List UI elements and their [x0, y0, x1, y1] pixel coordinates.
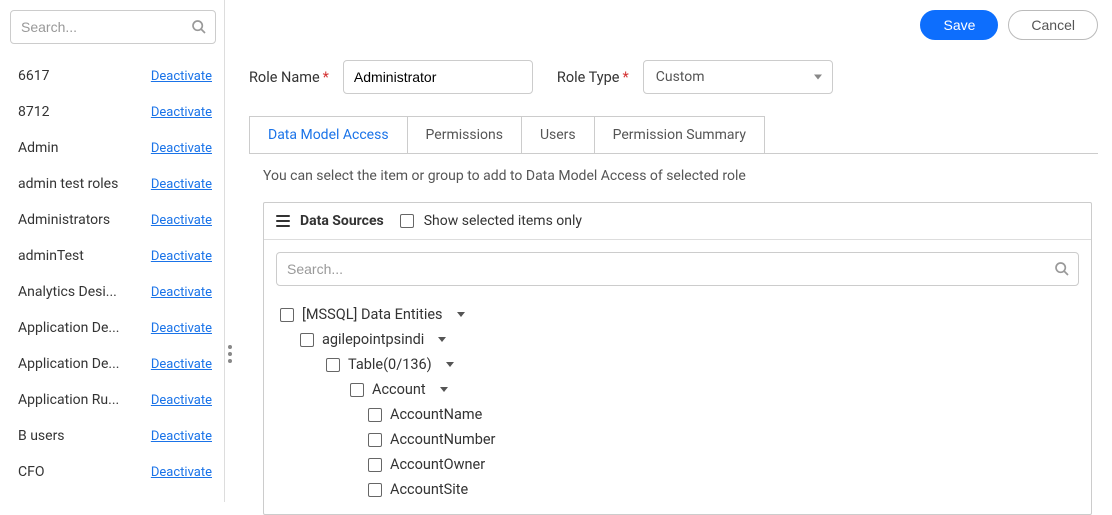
chevron-down-icon[interactable] — [438, 337, 446, 342]
list-item[interactable]: adminTest Deactivate — [10, 238, 216, 274]
show-selected-checkbox[interactable] — [400, 214, 414, 228]
sidebar: 6617 Deactivate 8712 Deactivate Admin Deact… — [0, 0, 225, 502]
deactivate-link[interactable]: Deactivate — [151, 357, 212, 372]
role-type-label: Role Type* — [557, 69, 629, 86]
deactivate-link[interactable]: Deactivate — [151, 465, 212, 480]
role-name: Application Ru... — [18, 392, 119, 408]
panel-header: Data Sources Show selected items only — [264, 203, 1091, 240]
deactivate-link[interactable]: Deactivate — [151, 141, 212, 156]
top-buttons: Save Cancel — [249, 10, 1098, 40]
tree-node-table[interactable]: Table(0/136) — [276, 352, 1079, 377]
data-sources-panel: Data Sources Show selected items only [M… — [263, 202, 1092, 515]
tree-leaf[interactable]: AccountSite — [276, 477, 1079, 502]
role-type-select[interactable]: Custom — [643, 60, 833, 94]
tree-node-db[interactable]: agilepointpsindi — [276, 327, 1079, 352]
sidebar-search-input[interactable] — [21, 19, 185, 35]
hint-text: You can select the item or group to add … — [263, 168, 1098, 184]
list-item[interactable]: Application Ru... Deactivate — [10, 382, 216, 418]
checkbox[interactable] — [326, 358, 340, 372]
deactivate-link[interactable]: Deactivate — [151, 213, 212, 228]
deactivate-link[interactable]: Deactivate — [151, 321, 212, 336]
tree-leaf[interactable]: AccountOwner — [276, 452, 1079, 477]
deactivate-link[interactable]: Deactivate — [151, 393, 212, 408]
chevron-down-icon[interactable] — [440, 387, 448, 392]
role-name: Admin — [18, 140, 58, 156]
save-button[interactable]: Save — [920, 10, 998, 40]
list-item[interactable]: Administrators Deactivate — [10, 202, 216, 238]
role-name: admin test roles — [18, 176, 118, 192]
role-name: Application De... — [18, 320, 119, 336]
checkbox[interactable] — [350, 383, 364, 397]
tree-label: AccountNumber — [390, 431, 495, 448]
tree-node-mssql[interactable]: [MSSQL] Data Entities — [276, 302, 1079, 327]
role-name: Administrators — [18, 212, 110, 228]
tabs: Data Model Access Permissions Users Perm… — [249, 116, 765, 153]
checkbox[interactable] — [368, 458, 382, 472]
tree-leaf[interactable]: AccountNumber — [276, 427, 1079, 452]
hamburger-icon[interactable] — [276, 215, 290, 227]
role-name: Analytics Desi... — [18, 284, 117, 300]
list-item[interactable]: 8712 Deactivate — [10, 94, 216, 130]
role-name: 8712 — [18, 104, 49, 120]
deactivate-link[interactable]: Deactivate — [151, 105, 212, 120]
checkbox[interactable] — [368, 433, 382, 447]
main-area: Save Cancel Role Name* Role Type* Custom… — [225, 0, 1112, 502]
panel-title: Data Sources — [300, 213, 384, 229]
search-icon — [1054, 261, 1070, 277]
chevron-down-icon[interactable] — [446, 362, 454, 367]
panel-body: [MSSQL] Data Entities agilepointpsindi T… — [264, 240, 1091, 514]
deactivate-link[interactable]: Deactivate — [151, 249, 212, 264]
chevron-down-icon — [814, 75, 822, 80]
checkbox[interactable] — [300, 333, 314, 347]
deactivate-link[interactable]: Deactivate — [151, 177, 212, 192]
tab-users[interactable]: Users — [522, 117, 595, 153]
tab-permissions[interactable]: Permissions — [408, 117, 522, 153]
tree: [MSSQL] Data Entities agilepointpsindi T… — [276, 302, 1079, 502]
list-item[interactable]: Application De... Deactivate — [10, 346, 216, 382]
role-name: CFO — [18, 464, 44, 480]
list-item[interactable]: Application De... Deactivate — [10, 310, 216, 346]
tree-node-account[interactable]: Account — [276, 377, 1079, 402]
list-item[interactable]: 6617 Deactivate — [10, 58, 216, 94]
role-name-label: Role Name* — [249, 69, 329, 86]
tree-label: AccountSite — [390, 481, 468, 498]
role-name-input[interactable] — [343, 60, 533, 94]
tab-permission-summary[interactable]: Permission Summary — [595, 117, 764, 153]
tree-label: Account — [372, 381, 426, 398]
tree-label: AccountOwner — [390, 456, 485, 473]
tab-data-model-access[interactable]: Data Model Access — [250, 117, 408, 153]
role-list: 6617 Deactivate 8712 Deactivate Admin Deact… — [10, 58, 216, 490]
role-type-value: Custom — [656, 69, 705, 85]
tab-content: You can select the item or group to add … — [249, 153, 1098, 515]
list-item[interactable]: CFO Deactivate — [10, 454, 216, 490]
role-name: Application De... — [18, 356, 119, 372]
search-icon — [191, 19, 207, 35]
list-item[interactable]: B users Deactivate — [10, 418, 216, 454]
cancel-button[interactable]: Cancel — [1008, 10, 1098, 40]
chevron-down-icon[interactable] — [457, 312, 465, 317]
tree-label: AccountName — [390, 406, 482, 423]
form-row: Role Name* Role Type* Custom — [249, 60, 1098, 94]
panel-search[interactable] — [276, 252, 1079, 286]
checkbox[interactable] — [368, 483, 382, 497]
checkbox[interactable] — [280, 308, 294, 322]
panel-search-input[interactable] — [287, 261, 1048, 277]
list-item[interactable]: Analytics Desi... Deactivate — [10, 274, 216, 310]
tree-label: [MSSQL] Data Entities — [302, 306, 443, 323]
tree-label: agilepointpsindi — [322, 331, 424, 348]
deactivate-link[interactable]: Deactivate — [151, 69, 212, 84]
list-item[interactable]: Admin Deactivate — [10, 130, 216, 166]
tree-leaf[interactable]: AccountName — [276, 402, 1079, 427]
list-item[interactable]: admin test roles Deactivate — [10, 166, 216, 202]
tree-label: Table(0/136) — [348, 356, 432, 373]
deactivate-link[interactable]: Deactivate — [151, 285, 212, 300]
show-selected-label: Show selected items only — [424, 213, 582, 229]
role-name: 6617 — [18, 68, 49, 84]
role-name: adminTest — [18, 248, 84, 264]
checkbox[interactable] — [368, 408, 382, 422]
deactivate-link[interactable]: Deactivate — [151, 429, 212, 444]
sidebar-search[interactable] — [10, 10, 216, 44]
role-name: B users — [18, 428, 65, 444]
